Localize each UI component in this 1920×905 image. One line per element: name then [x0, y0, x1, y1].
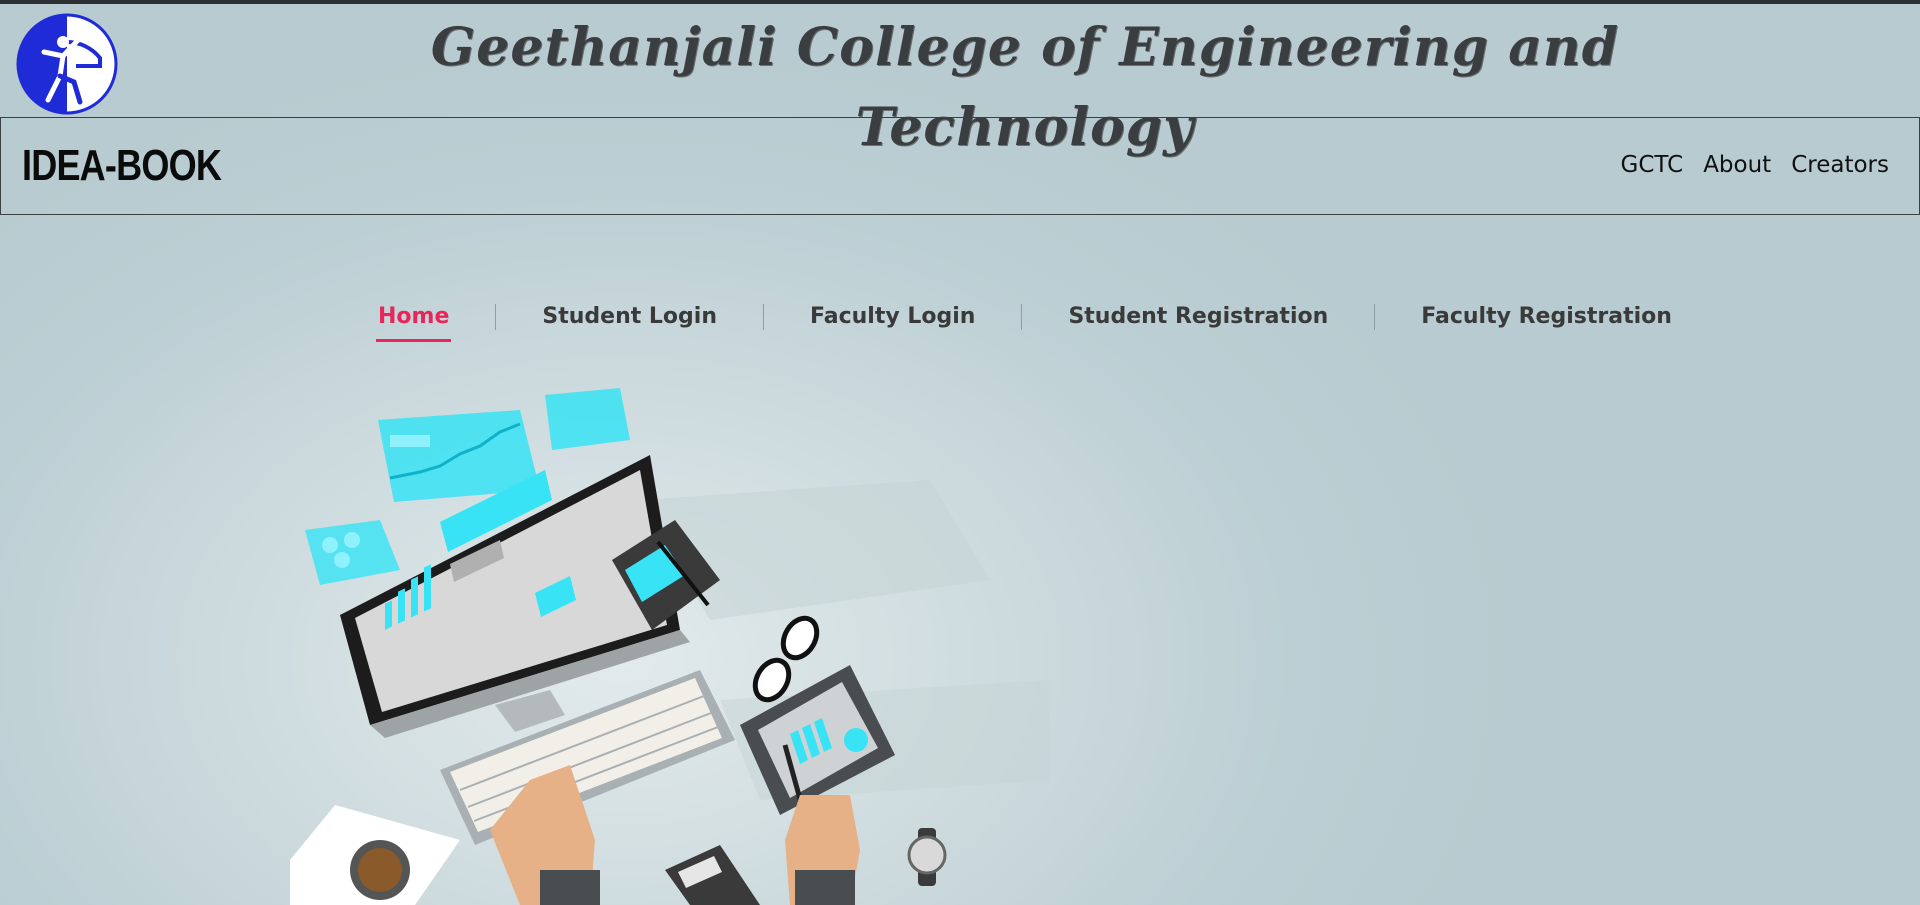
tab-student-registration[interactable]: Student Registration	[1060, 292, 1336, 342]
nav-link-gctc[interactable]: GCTC	[1621, 148, 1684, 182]
college-title: Geethanjali College of Engineering and T…	[430, 17, 1620, 158]
navbar: IDEA-BOOK GCTC About Creators	[0, 117, 1920, 215]
workspace-desk-illustration	[290, 388, 1050, 905]
tab-student-login[interactable]: Student Login	[534, 292, 725, 342]
nav-link-creators[interactable]: Creators	[1791, 148, 1889, 182]
gcet-logo-icon	[16, 13, 118, 115]
tab-separator	[495, 304, 497, 330]
top-nav-links: GCTC About Creators	[1621, 148, 1889, 182]
main-tabs: Home Student Login Faculty Login Student…	[370, 292, 1680, 342]
coffee-cup-icon	[290, 805, 460, 905]
tab-separator	[763, 304, 764, 330]
nav-link-about[interactable]: About	[1703, 148, 1771, 182]
calculator-icon	[665, 845, 760, 905]
tab-faculty-registration[interactable]: Faculty Registration	[1413, 292, 1680, 342]
brand-logo[interactable]: IDEA-BOOK	[22, 138, 222, 194]
hologram-pies-icon	[305, 520, 400, 585]
college-header: Geethanjali College of Engineering and T…	[0, 4, 1920, 158]
tab-faculty-login[interactable]: Faculty Login	[802, 292, 983, 342]
tab-separator	[1374, 304, 1376, 330]
tab-separator	[1021, 304, 1023, 330]
tab-home[interactable]: Home	[370, 292, 457, 342]
hologram-bars-icon	[545, 388, 630, 450]
watch-icon	[907, 828, 947, 886]
